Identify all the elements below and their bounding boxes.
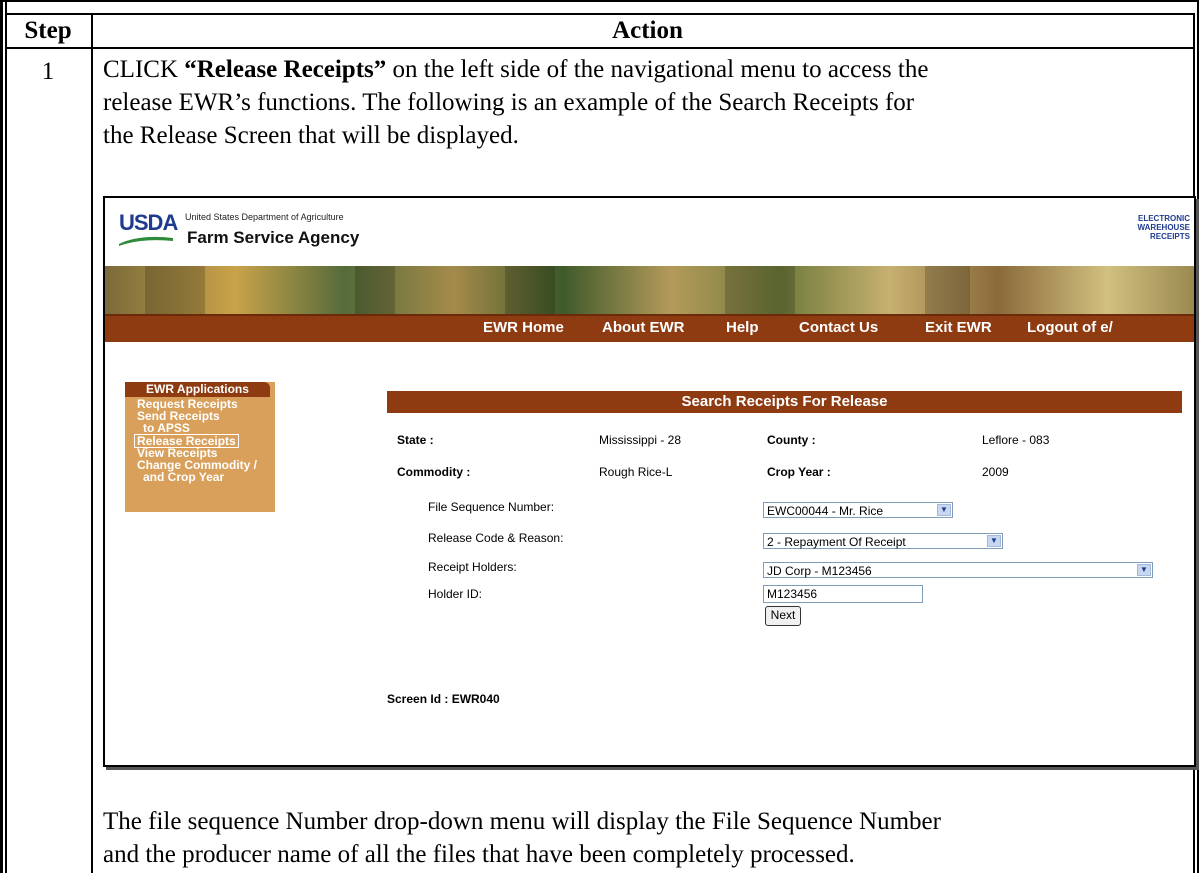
- sidebar-item-crop-year[interactable]: and Crop Year: [143, 471, 224, 483]
- agency-name: Farm Service Agency: [187, 228, 360, 247]
- table-border-left-inner: [5, 0, 7, 873]
- receipt-holders-label: Receipt Holders:: [428, 560, 517, 574]
- ewr-logo-line-1: ELECTRONIC: [1138, 214, 1190, 223]
- nav-logout[interactable]: Logout of e/: [1027, 319, 1113, 336]
- chevron-down-icon[interactable]: ▼: [987, 535, 1001, 547]
- ewr-screenshot: USDA United States Department of Agricul…: [103, 196, 1196, 767]
- file-sequence-label: File Sequence Number:: [428, 500, 555, 514]
- ewr-applications-sidebar: EWR Applications Request Receipts Send R…: [125, 382, 275, 512]
- intro-line-2: release EWR’s functions. The following i…: [103, 89, 915, 116]
- ewr-logo-line-2: WAREHOUSE: [1137, 223, 1190, 232]
- intro-prefix: CLICK: [103, 56, 185, 83]
- sidebar-item-send-receipts-apss[interactable]: to APSS: [143, 422, 190, 434]
- nav-contact-us[interactable]: Contact Us: [799, 319, 878, 336]
- outro-paragraph: The file sequence Number drop-down menu …: [103, 805, 1183, 871]
- table-header-divider: [5, 47, 1195, 49]
- next-button[interactable]: Next: [765, 606, 801, 626]
- holder-id-input[interactable]: M123456: [763, 585, 923, 603]
- ewr-logo: ELECTRONIC WAREHOUSE RECEIPTS: [1120, 214, 1190, 241]
- file-sequence-select[interactable]: EWC00044 - Mr. Rice ▼: [763, 502, 953, 518]
- holder-id-label: Holder ID:: [428, 587, 483, 601]
- outro-line-1: The file sequence Number drop-down menu …: [103, 808, 941, 835]
- crop-year-label: Crop Year :: [767, 465, 831, 479]
- county-label: County :: [767, 433, 816, 447]
- top-nav-bar: EWR Home About EWR Help Contact Us Exit …: [105, 314, 1194, 342]
- intro-bold-link: “Release Receipts”: [184, 56, 387, 83]
- receipt-holders-select[interactable]: JD Corp - M123456 ▼: [763, 562, 1153, 578]
- county-value: Leflore - 083: [982, 433, 1050, 447]
- release-code-select[interactable]: 2 - Repayment Of Receipt ▼: [763, 533, 1003, 549]
- table-column-divider: [91, 14, 93, 873]
- step-number: 1: [41, 58, 55, 85]
- intro-line-1: CLICK “Release Receipts” on the left sid…: [103, 53, 1183, 86]
- table-border-top-inner: [5, 13, 1195, 15]
- screen-id: Screen Id : EWR040: [387, 692, 500, 706]
- release-code-value: 2 - Repayment Of Receipt: [767, 535, 906, 549]
- crop-photo-banner: [105, 266, 1194, 314]
- commodity-label: Commodity :: [397, 465, 471, 479]
- sidebar-title: EWR Applications: [125, 382, 270, 397]
- table-border-left: [0, 0, 3, 873]
- procedure-table: Step Action 1 CLICK “Release Receipts” o…: [0, 0, 1199, 873]
- commodity-value: Rough Rice-L: [599, 465, 673, 479]
- usda-swoosh-icon: [119, 236, 173, 246]
- header-action: Action: [612, 17, 683, 44]
- outro-line-2: and the producer name of all the files t…: [103, 841, 855, 868]
- header-step: Step: [24, 17, 72, 44]
- intro-rest: on the left side of the navigational men…: [386, 56, 929, 83]
- department-name: United States Department of Agriculture: [185, 212, 344, 222]
- chevron-down-icon[interactable]: ▼: [1137, 564, 1151, 576]
- intro-line-3: the Release Screen that will be displaye…: [103, 122, 519, 149]
- nav-about-ewr[interactable]: About EWR: [602, 319, 684, 336]
- table-border-right-outer: [1197, 0, 1199, 873]
- nav-exit-ewr[interactable]: Exit EWR: [925, 319, 992, 336]
- nav-help[interactable]: Help: [726, 319, 759, 336]
- release-code-label: Release Code & Reason:: [428, 531, 564, 545]
- table-border-top: [0, 0, 1199, 2]
- file-sequence-value: EWC00044 - Mr. Rice: [767, 504, 884, 518]
- state-value: Mississippi - 28: [599, 433, 682, 447]
- state-label: State :: [397, 433, 434, 447]
- page-title: Search Receipts For Release: [387, 391, 1182, 413]
- usda-logo: USDA: [119, 210, 178, 235]
- ewr-logo-line-3: RECEIPTS: [1149, 232, 1190, 241]
- nav-ewr-home[interactable]: EWR Home: [483, 319, 564, 336]
- receipt-holders-value: JD Corp - M123456: [767, 564, 872, 578]
- chevron-down-icon[interactable]: ▼: [937, 504, 951, 516]
- intro-paragraph: CLICK “Release Receipts” on the left sid…: [103, 53, 1183, 152]
- crop-year-value: 2009: [982, 465, 1009, 479]
